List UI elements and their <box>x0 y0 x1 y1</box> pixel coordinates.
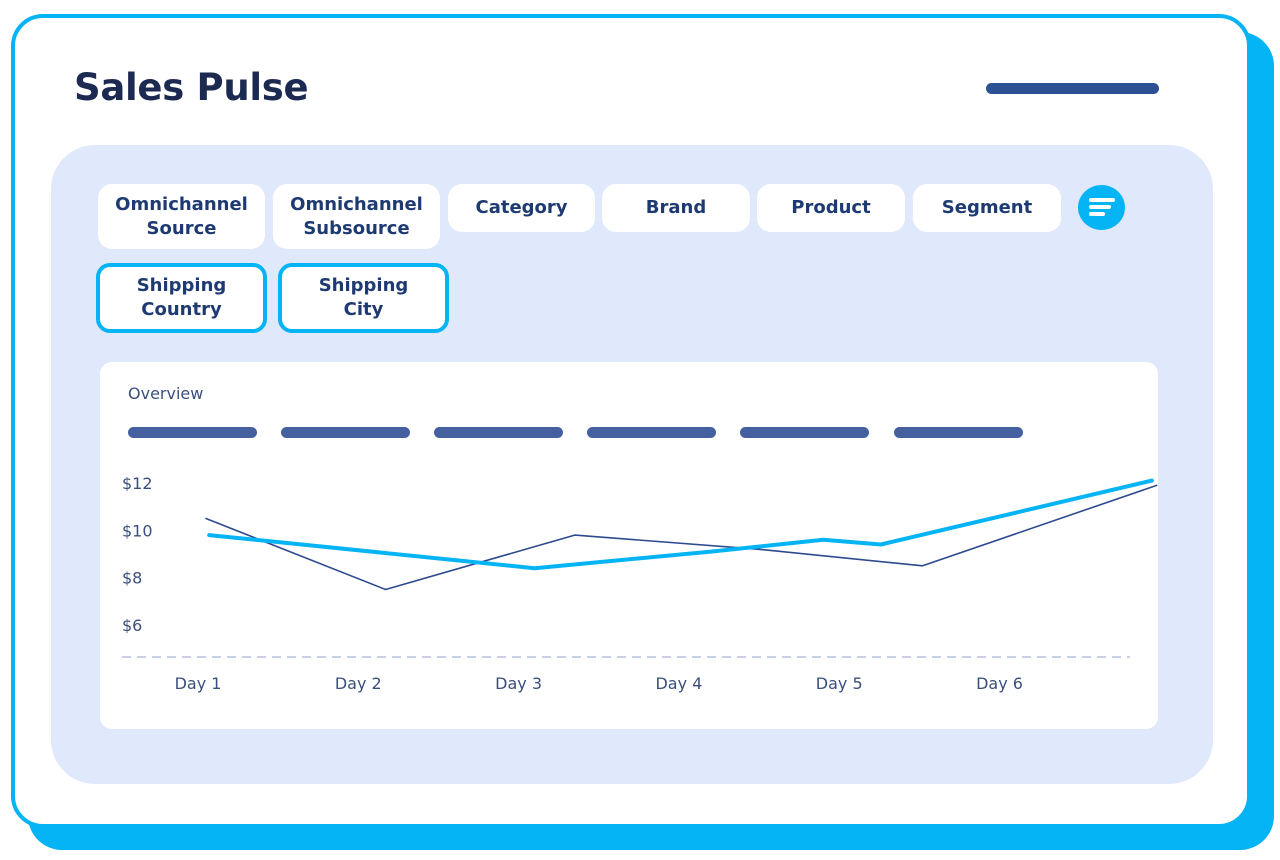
x-tick-label: Day 5 <box>816 674 863 693</box>
x-tick-label: Day 1 <box>175 674 222 693</box>
y-tick-label: $6 <box>122 616 142 635</box>
x-tick-label: Day 3 <box>495 674 542 693</box>
line-chart: $12 $10 $8 $6 Day 1 Day 2 Day 3 Day 4 Day 5 Day 6 <box>122 474 1158 693</box>
x-tick-label: Day 2 <box>335 674 382 693</box>
series-line-dark <box>205 484 1158 591</box>
y-tick-label: $8 <box>122 569 142 588</box>
x-tick-label: Day 4 <box>655 674 702 693</box>
y-tick-label: $10 <box>122 521 153 540</box>
x-tick-label: Day 6 <box>976 674 1023 693</box>
y-tick-label: $12 <box>122 474 153 493</box>
series-line-accent <box>207 478 1154 571</box>
